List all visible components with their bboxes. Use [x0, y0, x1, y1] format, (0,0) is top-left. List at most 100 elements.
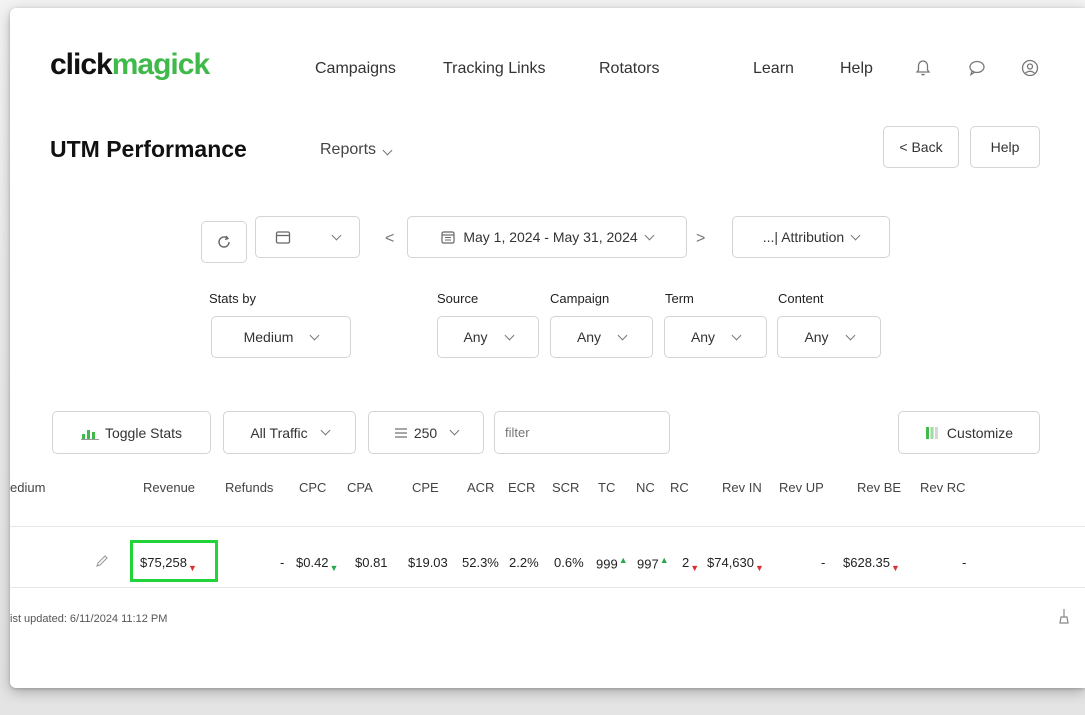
- customize-label: Customize: [946, 424, 1014, 441]
- column-header-rev-rc[interactable]: Rev RC: [920, 480, 966, 495]
- chevron-down-icon: [731, 330, 742, 340]
- calendar-icon: [441, 231, 455, 244]
- bar-chart-icon: [80, 429, 99, 440]
- back-button[interactable]: < Back: [883, 126, 959, 168]
- column-header-revenue[interactable]: Revenue: [143, 480, 195, 495]
- chevron-down-icon: [850, 230, 861, 240]
- last-updated-text: ist updated: 6/11/2024 11:12 PM: [10, 613, 168, 625]
- screenshot-stage: clickmagick Campaigns Tracking Links Rot…: [0, 0, 1085, 715]
- rows-per-page-dropdown[interactable]: 250: [368, 411, 484, 454]
- cell-rev-be-value: $628.35: [843, 555, 890, 570]
- table-row-divider: [10, 587, 1085, 588]
- next-period-arrow[interactable]: >: [696, 230, 705, 248]
- help-button[interactable]: Help: [970, 126, 1040, 168]
- reports-label: Reports: [320, 141, 377, 158]
- column-header-rev-be[interactable]: Rev BE: [857, 480, 901, 495]
- term-select[interactable]: Any: [664, 316, 767, 358]
- chat-icon[interactable]: [967, 58, 987, 78]
- attribution-dropdown[interactable]: ...| Attribution: [732, 216, 890, 258]
- cell-nc: 997▲: [637, 555, 669, 571]
- table-header-divider: [10, 526, 1085, 527]
- trend-up-icon: ▲: [659, 555, 669, 565]
- date-range-text: May 1, 2024 - May 31, 2024: [463, 229, 638, 245]
- nav-learn[interactable]: Learn: [753, 60, 794, 78]
- cell-cpe: $19.03: [408, 555, 448, 570]
- column-header-nc[interactable]: NC: [636, 480, 655, 495]
- date-range-picker[interactable]: May 1, 2024 - May 31, 2024: [407, 216, 687, 258]
- cell-revenue[interactable]: $75,258▼: [140, 555, 197, 573]
- stats-by-select[interactable]: Medium: [211, 316, 351, 358]
- logo-text-click: click: [50, 48, 113, 81]
- account-icon[interactable]: [1020, 58, 1040, 78]
- refresh-icon: [218, 235, 230, 248]
- campaign-label: Campaign: [550, 291, 610, 306]
- chevron-down-icon: [644, 230, 655, 240]
- trend-down-icon: ▼: [188, 562, 197, 573]
- cell-scr: 0.6%: [554, 555, 584, 570]
- column-header-cpa[interactable]: CPA: [347, 480, 373, 495]
- rows-per-page-value: 250: [413, 424, 438, 441]
- toggle-stats-button[interactable]: Toggle Stats: [52, 411, 211, 454]
- date-preset-dropdown[interactable]: [255, 216, 360, 258]
- refresh-button[interactable]: [201, 221, 247, 263]
- cell-refunds: -: [280, 555, 285, 570]
- source-select[interactable]: Any: [437, 316, 539, 358]
- content-select[interactable]: Any: [777, 316, 881, 358]
- source-label: Source: [437, 291, 479, 306]
- nav-campaigns[interactable]: Campaigns: [315, 60, 396, 78]
- list-icon: [394, 427, 407, 438]
- cell-rev-be: $628.35▼: [843, 555, 900, 573]
- column-header-refunds[interactable]: Refunds: [225, 480, 273, 495]
- chevron-down-icon: [617, 330, 628, 340]
- traffic-filter-value: All Traffic: [250, 424, 308, 441]
- nav-tracking-links[interactable]: Tracking Links: [443, 60, 546, 78]
- stats-by-value: Medium: [243, 329, 294, 345]
- attribution-label: ...| Attribution: [762, 229, 845, 245]
- columns-icon: [925, 426, 938, 439]
- broom-icon[interactable]: [1058, 608, 1070, 629]
- nav-help[interactable]: Help: [840, 60, 873, 78]
- column-header-ecr[interactable]: ECR: [508, 480, 535, 495]
- filter-input[interactable]: [494, 411, 670, 454]
- reports-dropdown[interactable]: Reports: [320, 141, 393, 159]
- bell-icon[interactable]: [913, 58, 933, 78]
- previous-period-arrow[interactable]: <: [385, 230, 394, 248]
- column-header-rc[interactable]: RC: [670, 480, 689, 495]
- column-header-cpe[interactable]: CPE: [412, 480, 439, 495]
- cell-nc-value: 997: [637, 556, 659, 572]
- column-header-rev-in[interactable]: Rev IN: [722, 480, 762, 495]
- trend-up-icon: ▲: [618, 555, 628, 565]
- column-header-tc[interactable]: TC: [598, 480, 615, 495]
- chevron-down-icon: [845, 330, 856, 340]
- page-title: UTM Performance: [50, 136, 247, 162]
- cell-rc-value: 2: [682, 555, 690, 570]
- content-value: Any: [804, 329, 829, 345]
- column-header-acr[interactable]: ACR: [467, 480, 494, 495]
- chevron-down-icon: [449, 425, 460, 436]
- edit-pencil-icon[interactable]: [95, 554, 109, 573]
- logo-text-magick: magick: [111, 48, 210, 81]
- toggle-stats-label: Toggle Stats: [104, 424, 183, 441]
- column-header-rev-up[interactable]: Rev UP: [779, 480, 824, 495]
- campaign-select[interactable]: Any: [550, 316, 653, 358]
- cell-revenue-value: $75,258: [140, 555, 187, 570]
- clickmagick-logo[interactable]: clickmagick: [50, 48, 210, 82]
- column-header-scr[interactable]: SCR: [552, 480, 579, 495]
- cell-rev-up: -: [821, 555, 826, 570]
- cell-acr: 52.3%: [462, 555, 499, 570]
- calendar-icon: [275, 231, 291, 244]
- stats-by-label: Stats by: [209, 291, 256, 306]
- term-label: Term: [665, 291, 694, 306]
- column-header-cpc[interactable]: CPC: [299, 480, 326, 495]
- chevron-down-icon: [309, 330, 320, 340]
- term-value: Any: [690, 329, 716, 345]
- column-header-medium[interactable]: edium: [10, 480, 45, 495]
- traffic-filter-dropdown[interactable]: All Traffic: [223, 411, 356, 454]
- customize-button[interactable]: Customize: [898, 411, 1040, 454]
- content-label: Content: [778, 291, 824, 306]
- cell-cpc-value: $0.42: [296, 555, 329, 570]
- chevron-down-icon: [331, 230, 342, 240]
- nav-rotators[interactable]: Rotators: [599, 60, 659, 78]
- cell-tc: 999▲: [596, 555, 628, 571]
- trend-down-green-icon: ▼: [329, 562, 339, 573]
